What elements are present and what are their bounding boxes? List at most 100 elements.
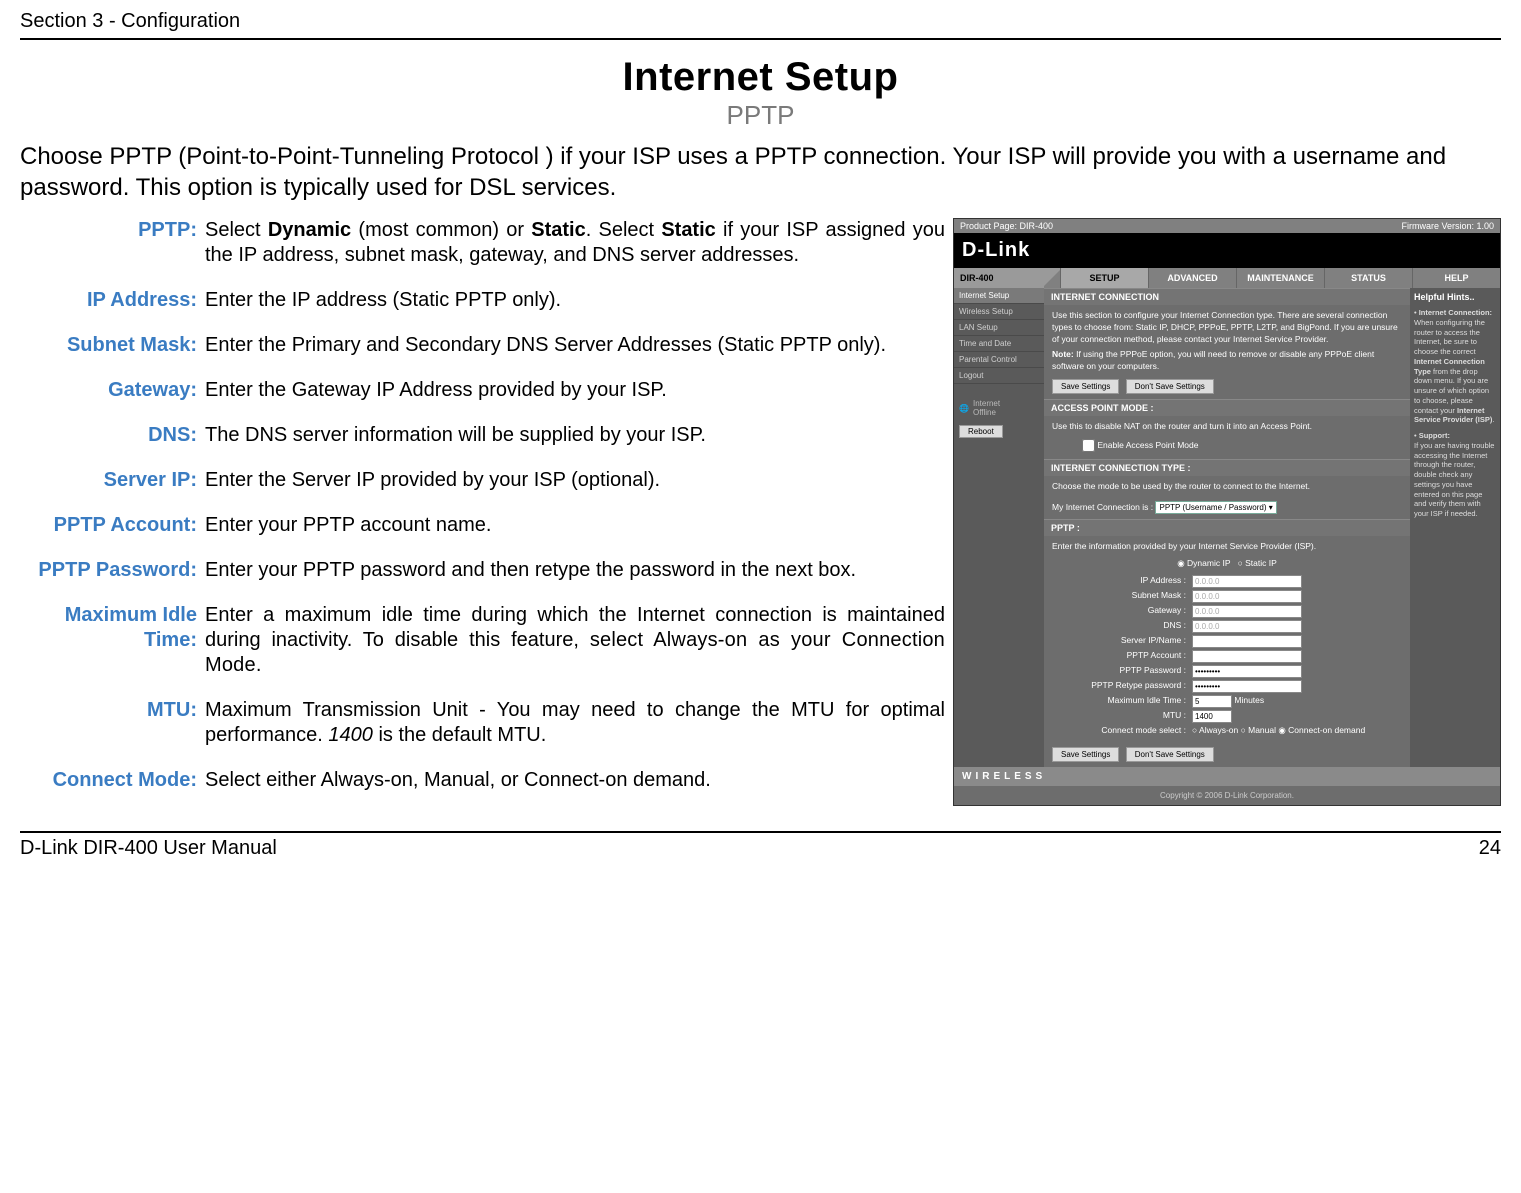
label-connect: Connect Mode:: [20, 768, 205, 793]
text-connect: Select either Always-on, Manual, or Conn…: [205, 768, 945, 793]
model-badge: DIR-400: [954, 268, 1044, 288]
ap-mode-label: Enable Access Point Mode: [1097, 440, 1198, 450]
slash-decoration: [1044, 268, 1060, 288]
gateway-input[interactable]: 0.0.0.0: [1192, 605, 1302, 618]
save-button-2[interactable]: Save Settings: [1052, 747, 1119, 762]
sidebar-item-internet-setup[interactable]: Internet Setup: [954, 288, 1044, 304]
text-gateway: Enter the Gateway IP Address provided by…: [205, 378, 945, 403]
intro-text: Choose PPTP (Point-to-Point-Tunneling Pr…: [20, 141, 1501, 203]
product-page: Product Page: DIR-400: [960, 221, 1053, 231]
radio-static[interactable]: ○ Static IP: [1238, 558, 1277, 568]
form-label-retype: PPTP Retype password :: [1052, 680, 1192, 692]
section-internet-connection: INTERNET CONNECTION: [1044, 288, 1410, 305]
text-italic: 1400: [328, 724, 373, 746]
text-fragment: Offline: [973, 408, 996, 417]
text-fragment: Select: [205, 219, 268, 241]
subnet-input[interactable]: 0.0.0.0: [1192, 590, 1302, 603]
sidebar-item-time-date[interactable]: Time and Date: [954, 336, 1044, 352]
radio-dynamic[interactable]: ◉ Dynamic IP: [1177, 558, 1230, 568]
idle-input[interactable]: 5: [1192, 695, 1232, 708]
radio-label: Static IP: [1245, 558, 1277, 568]
ict-description: Choose the mode to be used by the router…: [1052, 481, 1402, 493]
password-input[interactable]: •••••••••: [1192, 665, 1302, 678]
label-ip: IP Address:: [20, 288, 205, 313]
radio-manual[interactable]: ○ Manual: [1241, 725, 1276, 737]
wireless-footer: WIRELESS: [954, 767, 1500, 786]
text-serverip: Enter the Server IP provided by your ISP…: [205, 468, 945, 493]
dlink-logo: D-Link: [954, 233, 1500, 268]
form-label-password: PPTP Password :: [1052, 665, 1192, 677]
form-label-mtu: MTU :: [1052, 710, 1192, 722]
text-fragment: Maximum Transmission Unit - You may need…: [205, 699, 945, 746]
section-ap-mode: ACCESS POINT MODE :: [1044, 399, 1410, 416]
mtu-input[interactable]: 1400: [1192, 710, 1232, 723]
label-pptp: PPTP:: [20, 218, 205, 268]
tab-maintenance[interactable]: MAINTENANCE: [1236, 268, 1324, 288]
text-fragment: (most common) or: [351, 219, 531, 241]
text-bold: Static: [531, 219, 585, 241]
tab-advanced[interactable]: ADVANCED: [1148, 268, 1236, 288]
firmware-version: Firmware Version: 1.00: [1401, 221, 1494, 231]
router-screenshot: Product Page: DIR-400 Firmware Version: …: [953, 218, 1501, 813]
account-input[interactable]: [1192, 650, 1302, 663]
label-serverip: Server IP:: [20, 468, 205, 493]
dns-input[interactable]: 0.0.0.0: [1192, 620, 1302, 633]
form-label-server: Server IP/Name :: [1052, 635, 1192, 647]
internet-status: InternetOffline: [973, 399, 1000, 417]
helpful-hints: Helpful Hints.. • Internet Connection: W…: [1410, 288, 1500, 766]
text-idle: Enter a maximum idle time during which t…: [205, 603, 945, 678]
definition-list: PPTP: Select Dynamic (most common) or St…: [20, 218, 945, 813]
sidebar-item-parental-control[interactable]: Parental Control: [954, 352, 1044, 368]
connection-type-select[interactable]: PPTP (Username / Password) ▾: [1155, 501, 1276, 514]
radio-label: Dynamic IP: [1187, 558, 1230, 568]
text-password: Enter your PPTP password and then retype…: [205, 558, 945, 583]
ic-description: Use this section to configure your Inter…: [1052, 310, 1402, 346]
section-header: Section 3 - Configuration: [20, 10, 1501, 33]
sidebar-item-logout[interactable]: Logout: [954, 368, 1044, 384]
retype-input[interactable]: •••••••••: [1192, 680, 1302, 693]
ap-description: Use this to disable NAT on the router an…: [1052, 421, 1402, 433]
form-label-idle: Maximum Idle Time :: [1052, 695, 1192, 707]
label-gateway: Gateway:: [20, 378, 205, 403]
tab-status[interactable]: STATUS: [1324, 268, 1412, 288]
radio-always-on[interactable]: ○ Always-on: [1192, 725, 1238, 737]
radio-label: Always-on: [1199, 725, 1238, 735]
form-label-subnet: Subnet Mask :: [1052, 590, 1192, 602]
rule-top: [20, 38, 1501, 40]
form-label-gateway: Gateway :: [1052, 605, 1192, 617]
copyright: Copyright © 2006 D-Link Corporation.: [954, 786, 1500, 805]
reboot-button[interactable]: Reboot: [959, 425, 1003, 438]
form-label-ip: IP Address :: [1052, 575, 1192, 587]
text-mtu: Maximum Transmission Unit - You may need…: [205, 698, 945, 748]
text-ip: Enter the IP address (Static PPTP only).: [205, 288, 945, 313]
label-dns: DNS:: [20, 423, 205, 448]
ap-mode-checkbox[interactable]: [1082, 439, 1095, 452]
ict-label: My Internet Connection is :: [1052, 502, 1153, 512]
note-text: If using the PPPoE option, you will need…: [1052, 349, 1374, 371]
tab-setup[interactable]: SETUP: [1060, 268, 1148, 288]
idle-unit: Minutes: [1234, 695, 1264, 707]
page-subtitle: PPTP: [20, 100, 1501, 131]
radio-label: Connect-on demand: [1288, 725, 1365, 735]
text-fragment: . Select: [586, 219, 662, 241]
router-main: INTERNET CONNECTION Use this section to …: [1044, 288, 1410, 766]
sidebar-item-wireless-setup[interactable]: Wireless Setup: [954, 304, 1044, 320]
text-account: Enter your PPTP account name.: [205, 513, 945, 538]
note-label: Note:: [1052, 349, 1074, 359]
dont-save-button-2[interactable]: Don't Save Settings: [1126, 747, 1214, 762]
server-input[interactable]: [1192, 635, 1302, 648]
save-button[interactable]: Save Settings: [1052, 379, 1119, 394]
sidebar-item-lan-setup[interactable]: LAN Setup: [954, 320, 1044, 336]
hint-heading: Support:: [1419, 431, 1450, 440]
text-bold: Dynamic: [268, 219, 351, 241]
form-label-dns: DNS :: [1052, 620, 1192, 632]
ip-input[interactable]: 0.0.0.0: [1192, 575, 1302, 588]
dont-save-button[interactable]: Don't Save Settings: [1126, 379, 1214, 394]
form-label-account: PPTP Account :: [1052, 650, 1192, 662]
tab-help[interactable]: HELP: [1412, 268, 1500, 288]
radio-on-demand[interactable]: ◉ Connect-on demand: [1278, 725, 1365, 737]
page-number: 24: [1479, 837, 1501, 860]
router-sidebar: Internet Setup Wireless Setup LAN Setup …: [954, 288, 1044, 766]
radio-label: Manual: [1248, 725, 1276, 735]
text-pptp: Select Dynamic (most common) or Static. …: [205, 218, 945, 268]
